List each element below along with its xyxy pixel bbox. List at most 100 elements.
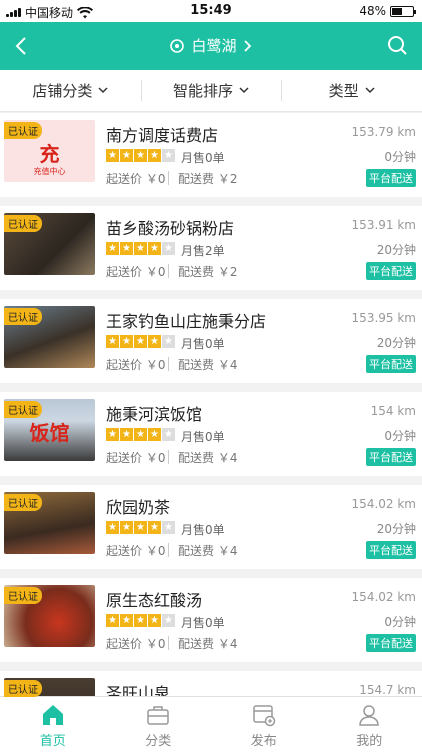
battery-icon <box>390 6 414 17</box>
filter-sort[interactable]: 智能排序 <box>141 70 282 111</box>
shop-name: 南方调度话费店 <box>106 122 218 146</box>
star-icon: ★ <box>120 335 133 348</box>
bottom-tab-bar: 首页 分类 发布 我的 <box>0 696 422 750</box>
shop-card[interactable]: 已认证王家钓鱼山庄施秉分店153.95 km★★★★★月售0单20分钟起送价 ￥… <box>0 299 422 383</box>
divider <box>168 450 169 464</box>
divider <box>168 636 169 650</box>
star-icon: ★ <box>120 149 133 162</box>
rating-stars: ★★★★★ <box>106 428 175 441</box>
chevron-down-icon <box>98 87 108 94</box>
star-icon: ★ <box>162 521 175 534</box>
star-icon: ★ <box>106 242 119 255</box>
thumb-subtext: 充值中心 <box>4 166 95 177</box>
star-icon: ★ <box>106 428 119 441</box>
briefcase-icon <box>145 702 171 728</box>
search-icon[interactable] <box>386 34 410 58</box>
platform-delivery-tag: 平台配送 <box>366 541 416 559</box>
star-icon: ★ <box>162 428 175 441</box>
monthly-sales: 月售0单 <box>181 335 225 352</box>
shop-card[interactable]: 已认证苗乡酸汤砂锅粉店153.91 km★★★★★月售2单20分钟起送价 ￥0配… <box>0 206 422 290</box>
rating-stars: ★★★★★ <box>106 335 175 348</box>
shop-distance: 154 km <box>371 404 416 418</box>
star-icon: ★ <box>106 149 119 162</box>
verified-badge: 已认证 <box>4 122 42 139</box>
status-bar: 中国移动 15:49 48% <box>0 0 422 22</box>
shop-image: 已认证 <box>4 306 95 368</box>
tab-mine[interactable]: 我的 <box>317 697 422 750</box>
verified-badge: 已认证 <box>4 308 42 325</box>
chevron-down-icon <box>365 87 375 94</box>
verified-badge: 已认证 <box>4 494 42 511</box>
shop-image: 已认证饭馆 <box>4 399 95 461</box>
shop-name: 欣园奶茶 <box>106 494 170 518</box>
verified-badge: 已认证 <box>4 680 42 697</box>
delivery-time: 20分钟 <box>377 520 416 537</box>
min-order: 起送价 ￥0 <box>106 263 165 280</box>
delivery-fee: 配送费 ￥4 <box>178 635 237 652</box>
divider <box>168 264 169 278</box>
tab-label: 首页 <box>40 730 66 749</box>
filter-label: 类型 <box>329 80 359 101</box>
delivery-time: 0分钟 <box>384 427 416 444</box>
monthly-sales: 月售0单 <box>181 521 225 538</box>
shop-card[interactable]: 已认证原生态红酸汤154.02 km★★★★★月售0单0分钟起送价 ￥0配送费 … <box>0 578 422 662</box>
publish-icon <box>251 702 277 728</box>
min-order: 起送价 ￥0 <box>106 542 165 559</box>
platform-delivery-tag: 平台配送 <box>366 448 416 466</box>
star-icon: ★ <box>148 614 161 627</box>
shop-image: 已认证 <box>4 585 95 647</box>
tab-label: 我的 <box>356 730 382 749</box>
delivery-time: 20分钟 <box>377 334 416 351</box>
divider <box>168 543 169 557</box>
delivery-fee: 配送费 ￥4 <box>178 356 237 373</box>
tab-publish[interactable]: 发布 <box>211 697 317 750</box>
star-icon: ★ <box>120 614 133 627</box>
user-icon <box>356 702 382 728</box>
star-icon: ★ <box>134 521 147 534</box>
rating-stars: ★★★★★ <box>106 521 175 534</box>
monthly-sales: 月售0单 <box>181 428 225 445</box>
star-icon: ★ <box>148 149 161 162</box>
star-icon: ★ <box>106 614 119 627</box>
shop-distance: 154.7 km <box>359 683 416 697</box>
star-icon: ★ <box>120 242 133 255</box>
delivery-time: 0分钟 <box>384 613 416 630</box>
tab-home[interactable]: 首页 <box>0 697 106 750</box>
delivery-time: 0分钟 <box>384 148 416 165</box>
delivery-fee: 配送费 ￥2 <box>178 170 237 187</box>
divider <box>168 357 169 371</box>
shop-name: 王家钓鱼山庄施秉分店 <box>106 308 266 332</box>
status-right: 48% <box>359 4 414 18</box>
filter-label: 智能排序 <box>173 80 233 101</box>
shop-image: 已认证充充值中心 <box>4 120 95 182</box>
filter-type[interactable]: 类型 <box>281 70 422 111</box>
shop-name: 原生态红酸汤 <box>106 587 202 611</box>
divider <box>168 171 169 185</box>
thumb-text: 充 <box>4 138 95 167</box>
star-icon: ★ <box>148 242 161 255</box>
shop-card[interactable]: 已认证欣园奶茶154.02 km★★★★★月售0单20分钟起送价 ￥0配送费 ￥… <box>0 485 422 569</box>
shop-card[interactable]: 已认证饭馆施秉河滨饭馆154 km★★★★★月售0单0分钟起送价 ￥0配送费 ￥… <box>0 392 422 476</box>
platform-delivery-tag: 平台配送 <box>366 169 416 187</box>
thumb-text: 饭馆 <box>4 417 95 446</box>
star-icon: ★ <box>148 335 161 348</box>
shop-distance: 154.02 km <box>352 497 416 511</box>
min-order: 起送价 ￥0 <box>106 170 165 187</box>
min-order: 起送价 ￥0 <box>106 635 165 652</box>
platform-delivery-tag: 平台配送 <box>366 355 416 373</box>
filter-category[interactable]: 店铺分类 <box>0 70 141 111</box>
star-icon: ★ <box>120 428 133 441</box>
platform-delivery-tag: 平台配送 <box>366 634 416 652</box>
filter-bar: 店铺分类 智能排序 类型 <box>0 70 422 112</box>
min-order: 起送价 ￥0 <box>106 449 165 466</box>
shop-card[interactable]: 已认证充充值中心南方调度话费店153.79 km★★★★★月售0单0分钟起送价 … <box>0 113 422 197</box>
tab-category[interactable]: 分类 <box>106 697 212 750</box>
delivery-fee: 配送费 ￥4 <box>178 449 237 466</box>
delivery-time: 20分钟 <box>377 241 416 258</box>
star-icon: ★ <box>134 428 147 441</box>
star-icon: ★ <box>148 428 161 441</box>
battery-percent: 48% <box>359 4 386 18</box>
star-icon: ★ <box>134 149 147 162</box>
monthly-sales: 月售0单 <box>181 614 225 631</box>
location-selector[interactable]: 白鹭湖 <box>0 35 422 56</box>
